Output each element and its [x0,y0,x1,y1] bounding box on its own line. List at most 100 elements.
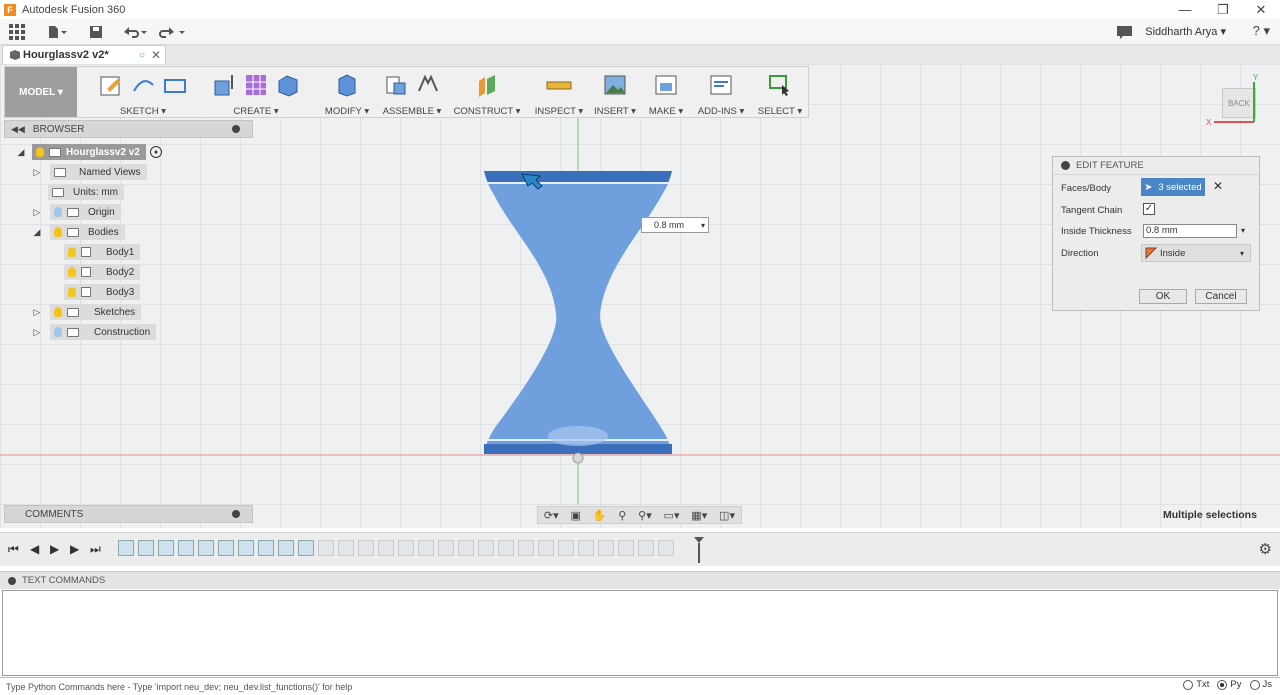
redo-icon[interactable] [158,23,186,41]
timeline-suppressed-icon[interactable] [538,540,554,556]
visibility-bulb-icon[interactable] [68,267,76,277]
dialog-collapse-icon[interactable] [1061,161,1070,170]
form-icon[interactable] [242,72,270,98]
document-tab[interactable]: Hourglassv2 v2* ○ ✕ [2,45,166,64]
play-icon[interactable]: ▶ [50,542,59,556]
mode-py-radio[interactable]: Py [1217,679,1242,690]
line-icon[interactable] [129,72,157,98]
timeline-suppressed-icon[interactable] [338,540,354,556]
workspace-switcher[interactable]: MODEL ▾ [5,67,77,117]
inspect-menu-label[interactable]: INSPECT ▾ [529,106,589,117]
timeline-split-icon[interactable] [198,540,214,556]
pan-icon[interactable]: ✋ [593,509,607,522]
go-to-start-icon[interactable]: ⏮ [8,542,19,557]
timeline-suppressed-icon[interactable] [378,540,394,556]
browser-root-node[interactable]: ◢ Hourglassv2 v2 ● [16,144,162,160]
zoom-window-icon[interactable]: ⚲▾ [638,509,652,522]
notifications-icon[interactable] [1116,23,1132,41]
faces-selection-button[interactable]: ➤ 3 selected [1141,178,1205,196]
timeline-plane-icon[interactable] [178,540,194,556]
timeline-settings-gear-icon[interactable]: ⚙ [1259,540,1272,558]
tree-item-bodies[interactable]: ◢ Bodies [32,224,125,240]
tree-item-named-views[interactable]: ▷ Named Views [32,164,147,180]
insert-image-icon[interactable] [601,72,629,98]
tangent-chain-checkbox[interactable]: ✓ [1143,203,1155,215]
timeline-revolve-icon[interactable] [138,540,154,556]
select-menu-label[interactable]: SELECT ▾ [755,106,805,117]
visibility-bulb-icon[interactable] [36,147,44,157]
expand-icon[interactable]: ▷ [32,307,42,318]
timeline-form-icon[interactable] [238,540,254,556]
tree-item-body2[interactable]: Body2 [64,264,141,280]
mode-txt-radio[interactable]: Txt [1183,679,1209,690]
timeline-split-icon[interactable] [218,540,234,556]
select-icon[interactable] [766,72,794,98]
construct-group[interactable]: CONSTRUCT ▾ [453,70,521,117]
ok-button[interactable]: OK [1139,289,1187,304]
timeline-suppressed-icon[interactable] [518,540,534,556]
timeline-suppressed-icon[interactable] [318,540,334,556]
collapse-browser-icon[interactable]: ◀◀ [11,124,25,135]
hourglass-body[interactable] [484,171,672,454]
save-icon[interactable] [88,23,104,41]
timeline-suppressed-icon[interactable] [438,540,454,556]
thickness-dropdown-icon[interactable]: ▾ [1241,226,1245,235]
expand-icon[interactable]: ▷ [32,207,42,218]
timeline-suppressed-icon[interactable] [398,540,414,556]
addins-menu-label[interactable]: ADD-INS ▾ [695,106,747,117]
assemble-group[interactable]: ASSEMBLE ▾ [377,70,447,117]
restore-button[interactable]: ❐ [1204,0,1242,19]
close-tab-icon[interactable]: ✕ [151,48,161,62]
modify-group[interactable]: MODIFY ▾ [317,70,377,117]
new-component-icon[interactable] [382,72,410,98]
scripts-addins-icon[interactable] [707,72,735,98]
timeline-suppressed-icon[interactable] [638,540,654,556]
make-group[interactable]: MAKE ▾ [643,70,689,117]
select-group[interactable]: SELECT ▾ [755,70,805,117]
extrude-icon[interactable] [210,72,238,98]
go-to-end-icon[interactable]: ⏭ [90,542,101,557]
construct-menu-label[interactable]: CONSTRUCT ▾ [453,106,521,117]
viewports-icon[interactable]: ◫▾ [719,509,735,522]
zoom-icon[interactable]: ⚲ [618,509,626,522]
timeline-suppressed-icon[interactable] [478,540,494,556]
expand-icon[interactable]: ▷ [32,327,42,338]
minimize-button[interactable]: — [1166,0,1204,19]
create-menu-label[interactable]: CREATE ▾ [203,106,309,117]
orbit-icon[interactable]: ⟳▾ [544,509,559,522]
browser-panel-header[interactable]: ◀◀ BROWSER [4,120,253,138]
direction-select[interactable]: Inside ▾ [1141,244,1251,262]
visibility-bulb-icon[interactable] [54,307,62,317]
visibility-bulb-icon[interactable] [54,327,62,337]
make-menu-label[interactable]: MAKE ▾ [643,106,689,117]
visibility-bulb-icon[interactable] [68,287,76,297]
look-at-icon[interactable]: ▣ [570,509,580,522]
visibility-bulb-icon[interactable] [54,227,62,237]
tree-item-origin[interactable]: ▷ Origin [32,204,121,220]
help-menu[interactable]: ? ▾ [1253,23,1270,39]
step-forward-icon[interactable]: ▶ [70,542,79,556]
text-commands-header[interactable]: TEXT COMMANDS [0,571,1280,589]
inside-thickness-input[interactable]: 0.8 mm [1143,224,1237,238]
timeline-sketch-icon[interactable] [278,540,294,556]
offset-plane-icon[interactable] [473,72,501,98]
rectangle-icon[interactable] [161,72,189,98]
step-back-icon[interactable]: ◀ [30,542,39,556]
create-sketch-icon[interactable] [97,72,125,98]
tree-item-sketches[interactable]: ▷ Sketches [32,304,142,320]
timeline-shell-icon[interactable] [298,540,314,556]
undo-icon[interactable] [120,23,148,41]
timeline-suppressed-icon[interactable] [558,540,574,556]
collapse-root-icon[interactable]: ◢ [16,147,26,158]
grid-settings-icon[interactable]: ▦▾ [691,509,707,522]
timeline-sketch-icon[interactable] [258,540,274,556]
measure-icon[interactable] [545,72,573,98]
box-icon[interactable] [274,72,302,98]
timeline-sketch-icon[interactable] [118,540,134,556]
clear-selection-icon[interactable]: ✕ [1213,179,1223,193]
joint-icon[interactable] [414,72,442,98]
addins-group[interactable]: ADD-INS ▾ [695,70,747,117]
tree-item-construction[interactable]: ▷ Construction [32,324,157,340]
file-menu-icon[interactable] [44,23,70,41]
sketch-menu-label[interactable]: SKETCH ▾ [93,106,193,117]
